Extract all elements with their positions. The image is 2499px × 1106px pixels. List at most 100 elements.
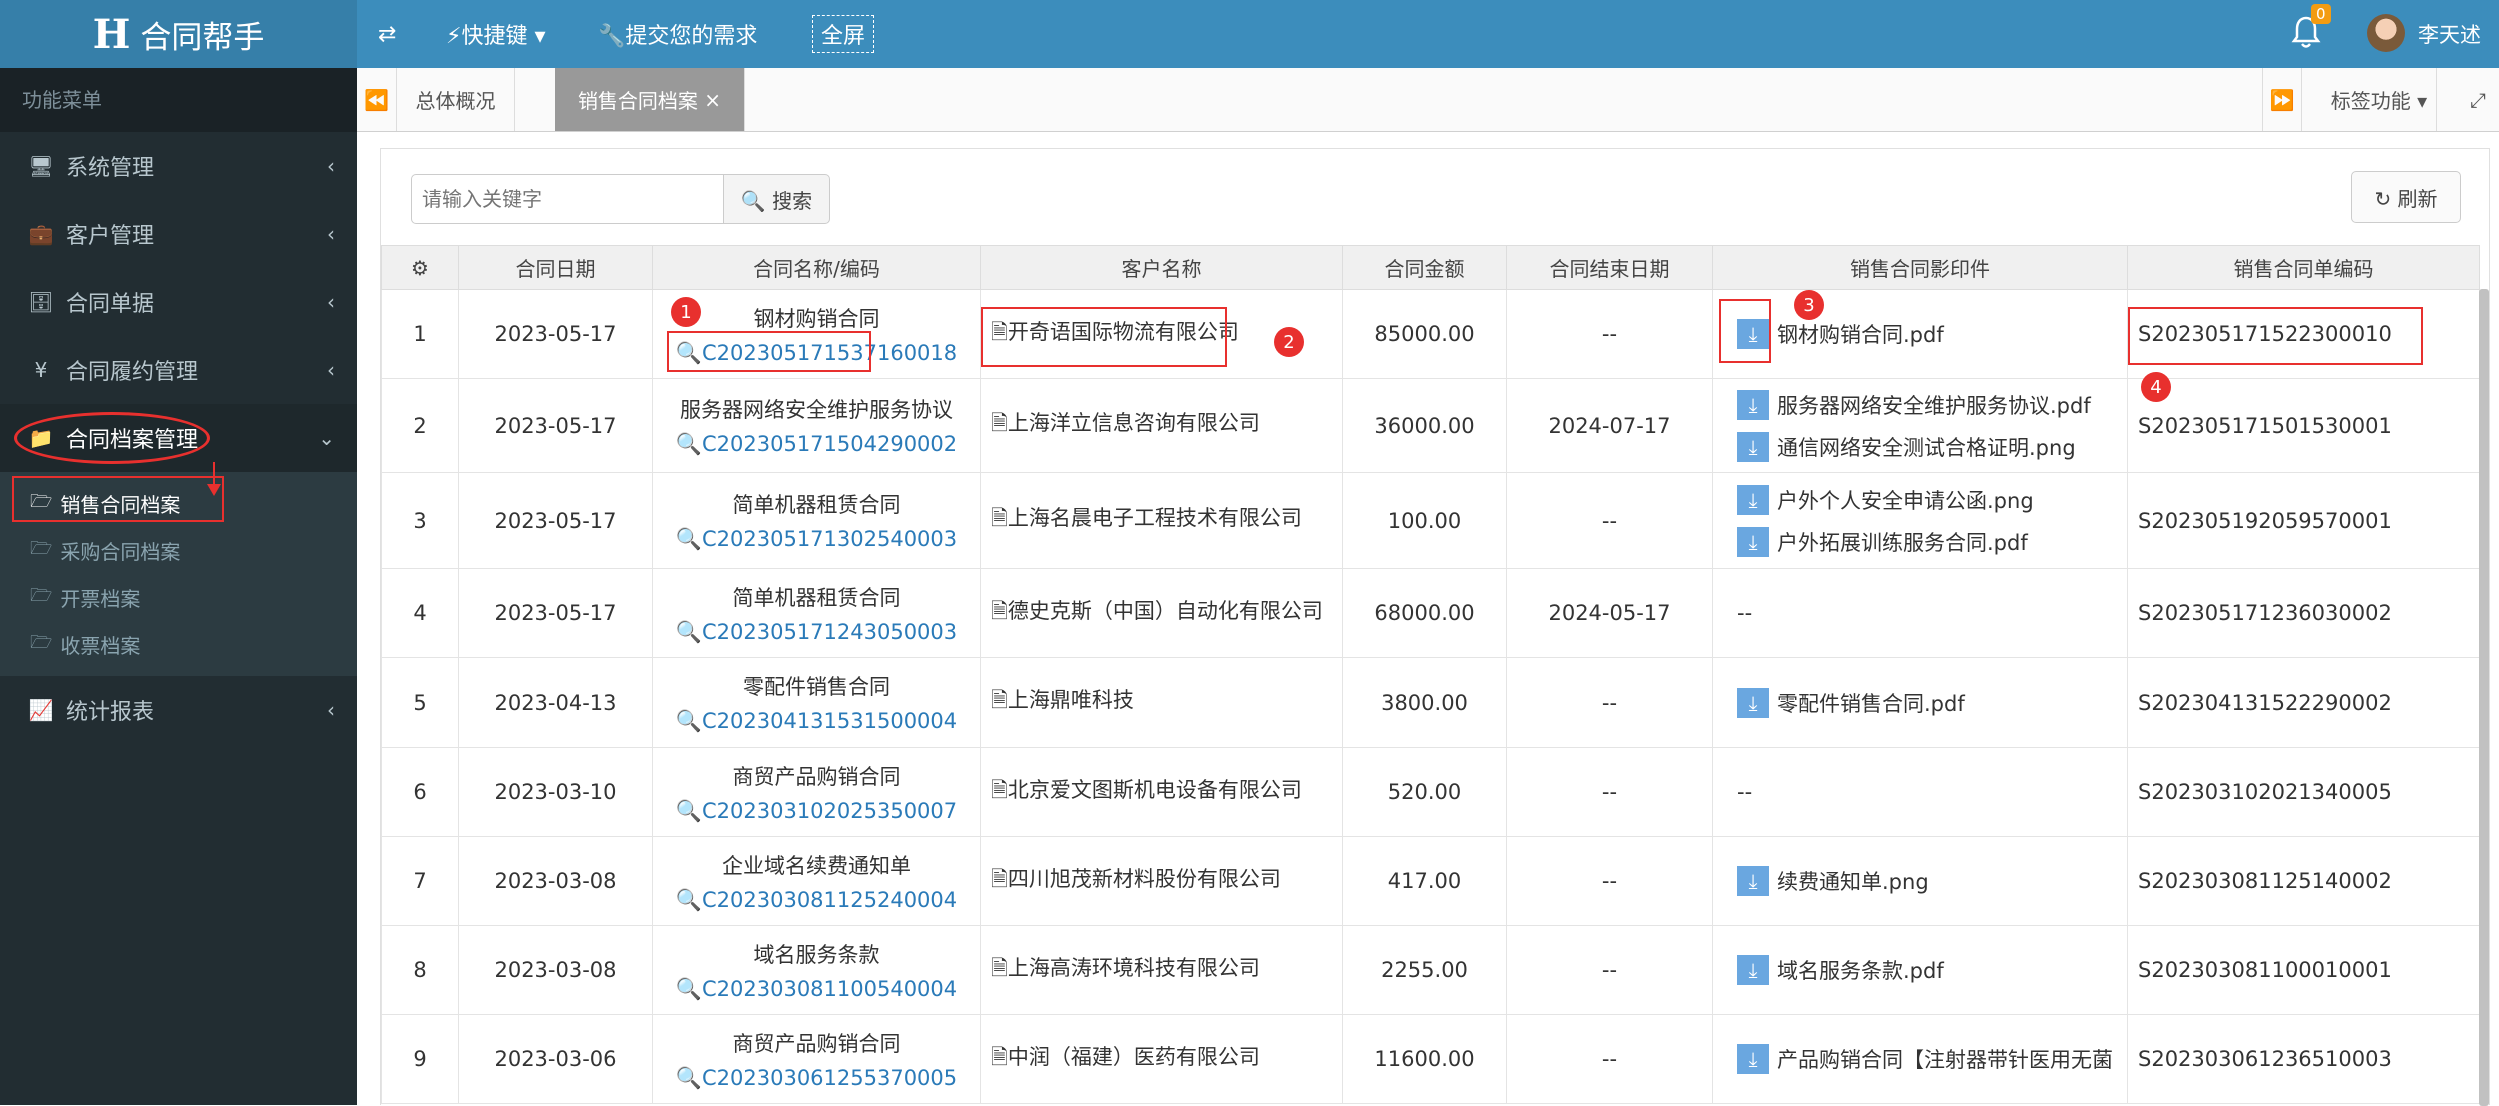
contract-code-link[interactable]: 🔍C202305171504290002	[654, 432, 980, 457]
attachment-item[interactable]: ⤓ 户外个人安全申请公函.png	[1737, 479, 2127, 521]
attachment-name[interactable]: 户外个人安全申请公函.png	[1777, 485, 2034, 515]
search-input[interactable]	[411, 174, 724, 224]
attachment-item[interactable]: ⤓ 零配件销售合同.pdf	[1737, 682, 2127, 724]
column-header[interactable]: 合同结束日期	[1506, 245, 1713, 290]
contract-code-link[interactable]: 🔍C202304131531500004	[654, 709, 980, 734]
column-header[interactable]: 合同金额	[1342, 245, 1507, 290]
fullscreen-button[interactable]: 全屏	[812, 15, 875, 53]
contract-code[interactable]: C202305171243050003	[702, 620, 957, 644]
attachment-name[interactable]: 钢材购销合同.pdf	[1777, 319, 1944, 349]
customer-name[interactable]: 上海鼎唯科技	[1008, 688, 1134, 712]
tab-scroll-left-icon[interactable]: ⏪	[357, 68, 397, 131]
table-row[interactable]: 5 2023-04-13 零配件销售合同 🔍C202304131531500004 🗎上…	[381, 657, 2480, 748]
attachment-name[interactable]: 户外拓展训练服务合同.pdf	[1777, 527, 2028, 557]
username[interactable]: 李天述	[2418, 0, 2481, 68]
customer-link[interactable]: 🗎中润（福建）医药有限公司	[980, 1014, 1343, 1104]
contract-code[interactable]: C202305171504290002	[702, 432, 957, 456]
contract-code[interactable]: C202303102025350007	[702, 799, 957, 823]
tab-functions-dropdown[interactable]: 标签功能 ▾	[2322, 68, 2437, 131]
contract-code-link[interactable]: 🔍C202305171302540003	[654, 527, 980, 552]
download-icon[interactable]: ⤓	[1737, 687, 1769, 718]
tab-overview[interactable]: 总体概况	[397, 68, 515, 131]
attachment-name[interactable]: 续费通知单.png	[1777, 866, 1929, 896]
avatar[interactable]	[2367, 14, 2405, 52]
table-row[interactable]: 4 2023-05-17 简单机器租赁合同 🔍C202305171243050003 🗎…	[381, 568, 2480, 658]
shortcut-menu-button[interactable]: ⚡快捷键 ▾	[446, 0, 545, 68]
download-icon[interactable]: ⤓	[1737, 526, 1769, 557]
customer-name[interactable]: 北京爱文图斯机电设备有限公司	[1008, 778, 1302, 802]
table-row[interactable]: 6 2023-03-10 商贸产品购销合同 🔍C202303102025350007 🗎…	[381, 747, 2480, 837]
close-icon[interactable]: ×	[704, 88, 721, 112]
attachment-item[interactable]: ⤓ 产品购销合同【注射器带针医用无菌	[1737, 1038, 2127, 1080]
attachment-item[interactable]: ⤓ 域名服务条款.pdf	[1737, 949, 2127, 991]
table-row[interactable]: 7 2023-03-08 企业域名续费通知单 🔍C202303081125240004…	[381, 836, 2480, 926]
sidebar-item-customers[interactable]: 💼 客户管理 ‹	[0, 200, 357, 268]
customer-name[interactable]: 上海名晨电子工程技术有限公司	[1008, 506, 1302, 530]
contract-code[interactable]: C202303081100540004	[702, 977, 957, 1001]
settings-icon[interactable]: ⚙	[381, 245, 459, 290]
sidebar-toggle-icon[interactable]: ⇄	[378, 0, 396, 68]
contract-code-link[interactable]: 🔍C202303102025350007	[654, 799, 980, 824]
customer-link[interactable]: 🗎上海洋立信息咨询有限公司	[980, 378, 1343, 473]
table-row[interactable]: 9 2023-03-06 商贸产品购销合同 🔍C202303061255370005 🗎…	[381, 1014, 2480, 1104]
customer-name[interactable]: 上海洋立信息咨询有限公司	[1008, 411, 1260, 435]
table-row[interactable]: 8 2023-03-08 域名服务条款 🔍C202303081100540004 🗎上海…	[381, 925, 2480, 1015]
customer-link[interactable]: 🗎四川旭茂新材料股份有限公司	[980, 836, 1343, 926]
customer-name[interactable]: 中润（福建）医药有限公司	[1008, 1045, 1260, 1069]
contract-code[interactable]: C202303061255370005	[702, 1066, 957, 1090]
download-icon[interactable]: ⤓	[1737, 431, 1769, 462]
vertical-scrollbar[interactable]	[2479, 289, 2489, 1106]
submenu-invoice-archive[interactable]: 🗁 开票档案	[0, 574, 357, 621]
customer-link[interactable]: 🗎上海名晨电子工程技术有限公司	[980, 472, 1343, 569]
customer-link[interactable]: 🗎上海鼎唯科技	[980, 657, 1343, 748]
submit-request-button[interactable]: 🔧提交您的需求	[598, 0, 757, 68]
expand-icon[interactable]: ⤢	[2457, 68, 2499, 131]
sidebar-item-reports[interactable]: 📈 统计报表 ‹	[0, 676, 357, 744]
customer-name[interactable]: 四川旭茂新材料股份有限公司	[1008, 867, 1281, 891]
column-header[interactable]: 客户名称	[980, 245, 1343, 290]
attachment-item[interactable]: ⤓ 户外拓展训练服务合同.pdf	[1737, 521, 2127, 563]
contract-amount: 520.00	[1342, 747, 1507, 837]
contract-code-link[interactable]: 🔍C202305171243050003	[654, 620, 980, 645]
submenu-receipt-archive[interactable]: 🗁 收票档案	[0, 621, 357, 668]
column-header[interactable]: 合同名称/编码	[652, 245, 981, 290]
attachment-name[interactable]: 产品购销合同【注射器带针医用无菌	[1777, 1044, 2113, 1074]
sidebar-item-system[interactable]: 🖥 系统管理 ‹	[0, 132, 357, 200]
customer-link[interactable]: 🗎上海高涛环境科技有限公司	[980, 925, 1343, 1015]
attachment-item[interactable]: ⤓ 续费通知单.png	[1737, 860, 2127, 902]
search-button[interactable]: 🔍 搜索	[723, 174, 830, 224]
contract-code[interactable]: C202305171302540003	[702, 527, 957, 551]
attachment-name[interactable]: 域名服务条款.pdf	[1777, 955, 1944, 985]
column-header[interactable]: 销售合同单编码	[2127, 245, 2480, 290]
app-logo[interactable]: H 合同帮手	[0, 0, 357, 68]
column-header[interactable]: 销售合同影印件	[1712, 245, 2128, 290]
tab-scroll-right-icon[interactable]: ⏩	[2262, 68, 2302, 131]
submenu-purchase-archive[interactable]: 🗁 采购合同档案	[0, 527, 357, 574]
sidebar-item-contract-docs[interactable]: 🗄 合同单据 ‹	[0, 268, 357, 336]
customer-link[interactable]: 🗎北京爱文图斯机电设备有限公司	[980, 747, 1343, 837]
download-icon[interactable]: ⤓	[1737, 955, 1769, 985]
refresh-button[interactable]: ↻ 刷新	[2351, 171, 2461, 223]
customer-link[interactable]: 🗎德史克斯（中国）自动化有限公司	[980, 568, 1343, 658]
contract-code-link[interactable]: 🔍C202303061255370005	[654, 1066, 980, 1091]
attachment-item[interactable]: ⤓ 钢材购销合同.pdf	[1737, 313, 2127, 355]
contract-code-link[interactable]: 🔍C202303081125240004	[654, 888, 980, 913]
contract-code[interactable]: C202303081125240004	[702, 888, 957, 912]
table-row[interactable]: 3 2023-05-17 简单机器租赁合同 🔍C202305171302540003 🗎…	[381, 472, 2480, 569]
attachment-name[interactable]: 服务器网络安全维护服务协议.pdf	[1777, 390, 2091, 420]
tab-sales-archive[interactable]: 销售合同档案 ×	[555, 68, 745, 131]
download-icon[interactable]: ⤓	[1737, 1044, 1769, 1074]
attachment-item[interactable]: ⤓ 通信网络安全测试合格证明.png	[1737, 426, 2127, 468]
download-icon[interactable]: ⤓	[1737, 484, 1769, 515]
customer-name[interactable]: 德史克斯（中国）自动化有限公司	[1008, 599, 1323, 623]
contract-code[interactable]: C202304131531500004	[702, 709, 957, 733]
download-icon[interactable]: ⤓	[1737, 389, 1769, 420]
attachment-name[interactable]: 零配件销售合同.pdf	[1777, 688, 1965, 718]
customer-name[interactable]: 上海高涛环境科技有限公司	[1008, 956, 1260, 980]
download-icon[interactable]: ⤓	[1737, 866, 1769, 896]
contract-code-link[interactable]: 🔍C202303081100540004	[654, 977, 980, 1002]
attachment-name[interactable]: 通信网络安全测试合格证明.png	[1777, 432, 2076, 462]
sidebar-item-fulfillment[interactable]: ¥ 合同履约管理 ‹	[0, 336, 357, 404]
column-header[interactable]: 合同日期	[458, 245, 653, 290]
attachment-item[interactable]: ⤓ 服务器网络安全维护服务协议.pdf	[1737, 384, 2127, 426]
